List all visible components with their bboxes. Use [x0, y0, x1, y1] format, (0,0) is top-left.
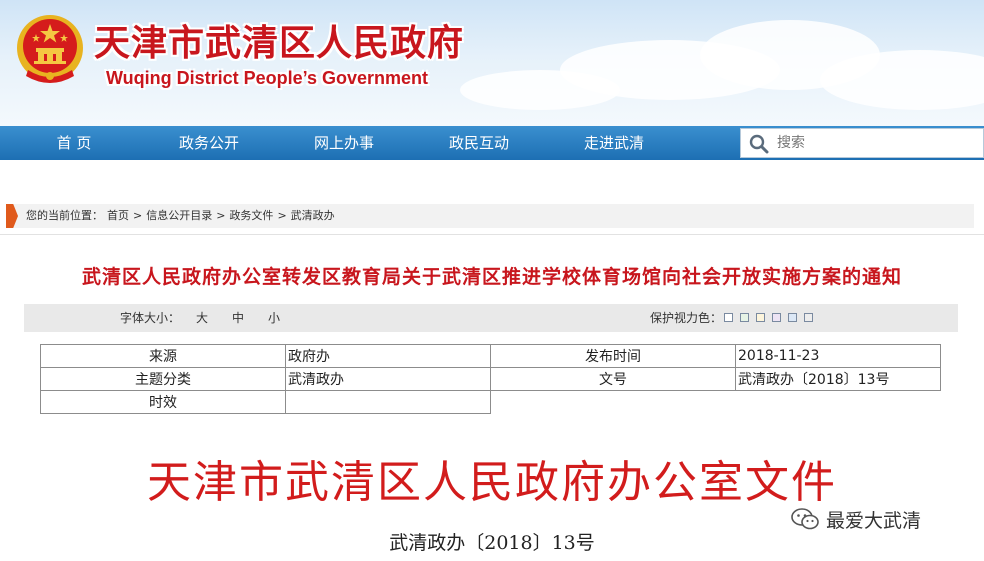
breadcrumb-item-wuqing-office[interactable]: 武清政办 — [291, 209, 335, 222]
eye-protect-label: 保护视力色： — [650, 311, 723, 325]
meta-value-validity — [285, 390, 491, 414]
font-size-medium-link[interactable]: 中 — [232, 304, 244, 332]
breadcrumb-item-info-catalog[interactable]: 信息公开目录 — [146, 209, 212, 222]
eye-color-swatch-4[interactable] — [772, 313, 781, 322]
national-emblem-icon — [17, 15, 83, 83]
eye-color-swatch-5[interactable] — [788, 313, 797, 322]
site-title-en: Wuqing District People’s Government — [106, 68, 429, 88]
eye-color-swatch-1[interactable] — [724, 313, 733, 322]
nav-item-interaction[interactable]: 政民互动 — [419, 126, 539, 160]
meta-value-publish-time: 2018-11-23 — [735, 344, 941, 368]
font-size-small-link[interactable]: 小 — [268, 304, 280, 332]
meta-value-category: 武清政办 — [285, 367, 491, 391]
watermark: 最爱大武清 — [790, 506, 921, 532]
wechat-icon — [791, 508, 819, 530]
breadcrumb-prefix: 您的当前位置： — [26, 209, 103, 222]
document-red-header: 天津市武清区人民政府办公室文件 — [147, 457, 837, 508]
site-title-cn: 天津市武清区人民政府 — [94, 23, 465, 64]
nav-item-home[interactable]: 首 页 — [14, 126, 134, 160]
watermark-text: 最爱大武清 — [826, 509, 922, 532]
breadcrumb-separator: > — [216, 209, 226, 222]
meta-key-source: 来源 — [40, 344, 286, 368]
document-meta-table: 来源 政府办 发布时间 2018-11-23 主题分类 武清政办 文号 武清政办… — [40, 344, 941, 414]
reading-tools-bar: 字体大小： 大 中 小 保护视力色： — [24, 304, 958, 332]
font-size-large-link[interactable]: 大 — [196, 304, 208, 332]
meta-key-doc-number: 文号 — [490, 367, 736, 391]
meta-key-category: 主题分类 — [40, 367, 286, 391]
eye-color-swatch-3[interactable] — [756, 313, 765, 322]
eye-color-swatch-2[interactable] — [740, 313, 749, 322]
breadcrumb-item-gov-files[interactable]: 政务文件 — [229, 209, 273, 222]
search-box — [740, 128, 984, 158]
nav-item-about-wuqing[interactable]: 走进武清 — [554, 126, 674, 160]
nav-item-online-services[interactable]: 网上办事 — [284, 126, 404, 160]
eye-color-swatch-6[interactable] — [804, 313, 813, 322]
article-title: 武清区人民政府办公室转发区教育局关于武清区推进学校体育场馆向社会开放实施方案的通… — [81, 266, 902, 288]
table-row: 时效 — [40, 390, 941, 414]
search-input[interactable] — [777, 129, 977, 157]
site-header: 天津市武清区人民政府 Wuqing District People’s Gove… — [0, 0, 984, 126]
search-icon[interactable] — [749, 134, 769, 154]
breadcrumb-separator: > — [133, 209, 143, 222]
breadcrumb: 您的当前位置： 首页 > 信息公开目录 > 政务文件 > 武清政办 — [6, 204, 974, 228]
table-row: 主题分类 武清政办 文号 武清政办〔2018〕13号 — [40, 367, 941, 391]
breadcrumb-item-home[interactable]: 首页 — [107, 209, 129, 222]
meta-key-publish-time: 发布时间 — [490, 344, 736, 368]
meta-value-doc-number: 武清政办〔2018〕13号 — [735, 367, 941, 391]
nav-item-government-affairs[interactable]: 政务公开 — [149, 126, 269, 160]
table-row: 来源 政府办 发布时间 2018-11-23 — [40, 344, 941, 368]
meta-key-validity: 时效 — [40, 390, 286, 414]
meta-value-source: 政府办 — [285, 344, 491, 368]
breadcrumb-marker-icon — [6, 204, 18, 228]
breadcrumb-separator: > — [277, 209, 287, 222]
font-size-label: 字体大小： — [120, 311, 181, 325]
